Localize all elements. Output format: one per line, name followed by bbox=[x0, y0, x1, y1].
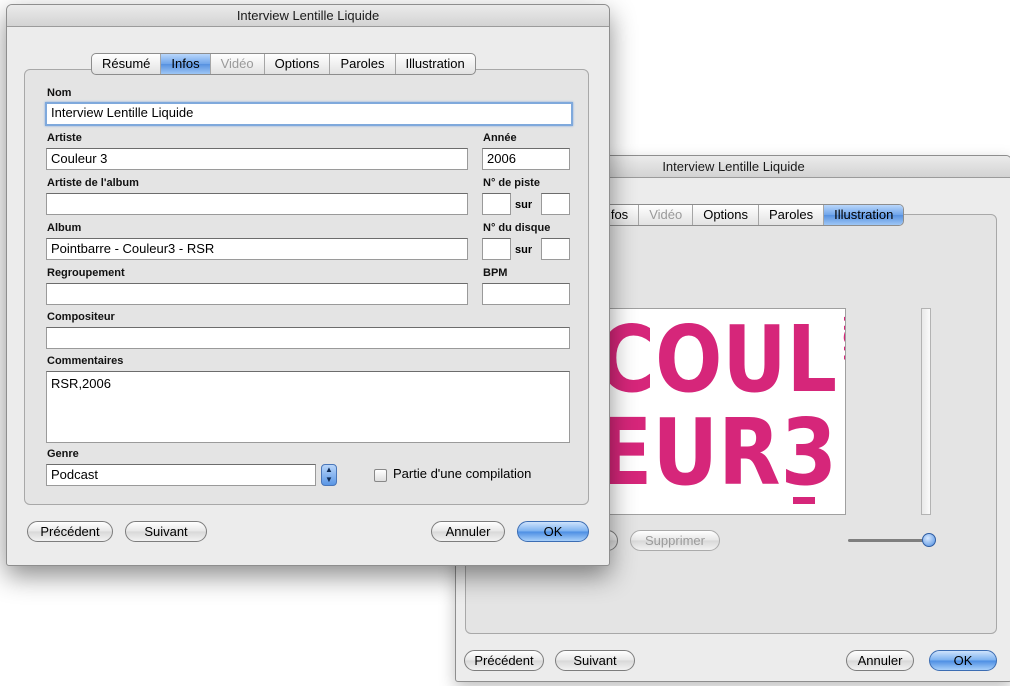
artwork-scrollbar[interactable] bbox=[921, 308, 931, 515]
name-field[interactable]: Interview Lentille Liquide bbox=[45, 102, 573, 126]
front-tab-options[interactable]: Options bbox=[265, 54, 331, 74]
year-label: Année bbox=[483, 132, 517, 144]
grouping-field[interactable] bbox=[46, 283, 468, 305]
comments-label: Commentaires bbox=[47, 355, 124, 367]
front-tab-paroles[interactable]: Paroles bbox=[330, 54, 396, 74]
comments-field[interactable]: RSR,2006 bbox=[46, 371, 570, 443]
track-number-field[interactable] bbox=[482, 193, 511, 215]
back-tab-video[interactable]: Vidéo bbox=[639, 205, 694, 225]
compilation-checkbox[interactable] bbox=[374, 469, 387, 482]
compilation-label: Partie d'une compilation bbox=[393, 466, 532, 481]
front-ok-button[interactable]: OK bbox=[517, 521, 589, 542]
genre-dropdown-stepper[interactable]: ▲ ▼ bbox=[321, 464, 337, 486]
up-arrow-icon: ▲ bbox=[325, 465, 333, 474]
artwork-bar bbox=[793, 497, 815, 504]
track-label: N° de piste bbox=[483, 177, 540, 189]
year-field[interactable]: 2006 bbox=[482, 148, 570, 170]
genre-label: Genre bbox=[47, 448, 79, 460]
album-artist-field[interactable] bbox=[46, 193, 468, 215]
zoom-slider-knob[interactable] bbox=[922, 533, 936, 547]
back-tab-paroles[interactable]: Paroles bbox=[759, 205, 825, 225]
back-cancel-button[interactable]: Annuler bbox=[846, 650, 914, 671]
front-window: Interview Lentille Liquide Résumé Infos Vi… bbox=[6, 4, 610, 566]
front-tab-infos[interactable]: Infos bbox=[161, 54, 211, 74]
back-prev-button[interactable]: Précédent bbox=[464, 650, 544, 671]
front-cancel-button[interactable]: Annuler bbox=[431, 521, 505, 542]
down-arrow-icon: ▼ bbox=[325, 475, 333, 484]
disc-total-field[interactable] bbox=[541, 238, 570, 260]
bpm-field[interactable] bbox=[482, 283, 570, 305]
artwork-text-top: COUL bbox=[597, 309, 837, 413]
artist-field[interactable]: Couleur 3 bbox=[46, 148, 468, 170]
front-window-title: Interview Lentille Liquide bbox=[7, 5, 609, 27]
track-of-label: sur bbox=[515, 199, 533, 211]
delete-button[interactable]: Supprimer bbox=[630, 530, 720, 551]
album-label: Album bbox=[47, 222, 82, 234]
genre-combo-field[interactable]: Podcast bbox=[46, 464, 316, 486]
track-total-field[interactable] bbox=[541, 193, 570, 215]
front-tab-resume[interactable]: Résumé bbox=[92, 54, 162, 74]
artwork-text-side: RSR bbox=[839, 315, 846, 360]
artist-label: Artiste bbox=[47, 132, 82, 144]
artwork-text-bottom: EUR3 bbox=[597, 399, 837, 506]
composer-label: Compositeur bbox=[47, 311, 115, 323]
back-tab-bar: Infos Vidéo Options Paroles Illustration bbox=[589, 204, 905, 226]
back-tab-options[interactable]: Options bbox=[693, 205, 760, 225]
grouping-label: Regroupement bbox=[47, 267, 125, 279]
disc-number-field[interactable] bbox=[482, 238, 511, 260]
front-next-button[interactable]: Suivant bbox=[125, 521, 207, 542]
composer-field[interactable] bbox=[46, 327, 570, 349]
disc-of-label: sur bbox=[515, 244, 533, 256]
front-tab-illustration[interactable]: Illustration bbox=[396, 54, 475, 74]
album-field[interactable]: Pointbarre - Couleur3 - RSR bbox=[46, 238, 468, 260]
bpm-label: BPM bbox=[483, 267, 508, 279]
disc-label: N° du disque bbox=[483, 222, 551, 234]
artwork-well[interactable]: COUL EUR3 RSR bbox=[596, 308, 846, 515]
front-tab-bar: Résumé Infos Vidéo Options Paroles Illustrati… bbox=[91, 53, 476, 75]
back-ok-button[interactable]: OK bbox=[929, 650, 997, 671]
couleur3-logo: COUL EUR3 RSR bbox=[597, 309, 846, 514]
album-artist-label: Artiste de l'album bbox=[47, 177, 139, 189]
front-prev-button[interactable]: Précédent bbox=[27, 521, 113, 542]
back-next-button[interactable]: Suivant bbox=[555, 650, 635, 671]
front-tab-video[interactable]: Vidéo bbox=[211, 54, 265, 74]
back-tab-illustration[interactable]: Illustration bbox=[824, 205, 904, 225]
name-label: Nom bbox=[47, 87, 72, 99]
